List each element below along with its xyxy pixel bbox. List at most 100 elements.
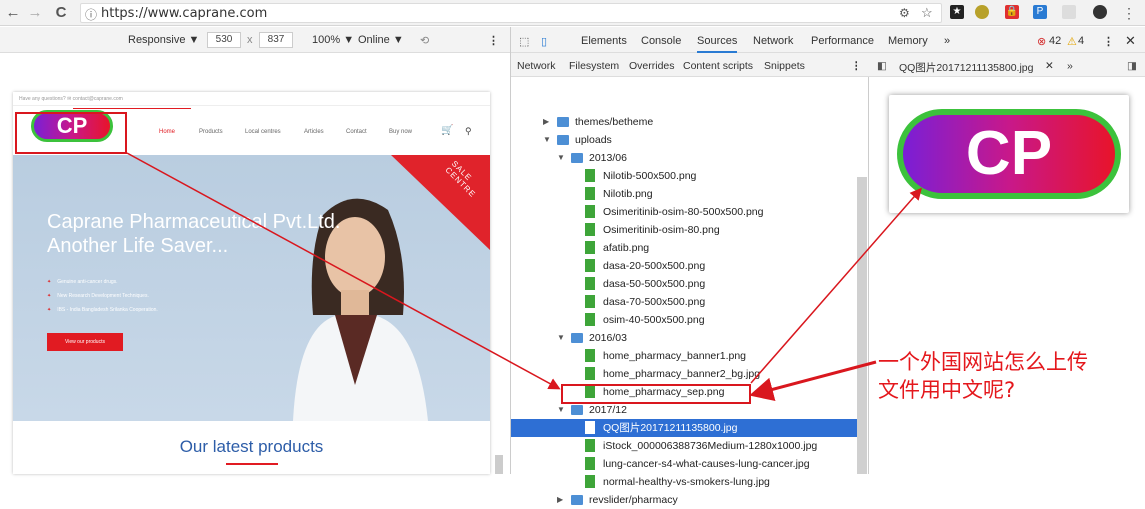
- device-toggle-icon[interactable]: ▯: [541, 35, 547, 48]
- cart-icon[interactable]: 🛒: [441, 125, 453, 136]
- error-icon[interactable]: ⊗: [1037, 35, 1046, 48]
- nav-local-centres[interactable]: Local centres: [245, 129, 281, 135]
- tree-file[interactable]: QQ图片20171211135800.jpg: [511, 419, 861, 437]
- editor-file-tab[interactable]: QQ图片20171211135800.jpg: [899, 60, 1033, 75]
- account-icon[interactable]: [1093, 5, 1107, 19]
- hero-banner: Caprane Pharmaceutical Pvt.Ltd. Another …: [13, 155, 490, 421]
- tree-file[interactable]: Nilotib.png: [511, 185, 861, 203]
- warning-icon[interactable]: ⚠: [1067, 35, 1077, 48]
- devtools-menu-icon[interactable]: ⋮: [1103, 35, 1114, 48]
- highlight-box-logo: [15, 112, 127, 154]
- collapse-arrow-icon[interactable]: ▶: [557, 491, 563, 509]
- tab-more[interactable]: »: [944, 35, 950, 47]
- tree-item-label: 2013/06: [589, 152, 627, 164]
- tab-sources[interactable]: Sources: [697, 35, 738, 53]
- tree-item-label: uploads: [575, 134, 612, 146]
- tree-file[interactable]: osim-40-500x500.png: [511, 311, 861, 329]
- tree-file[interactable]: Osimeritinib-osim-80.png: [511, 221, 861, 239]
- tree-file[interactable]: dasa-50-500x500.png: [511, 275, 861, 293]
- address-bar[interactable]: ⓘ https://www.caprane.com ⚙ ☆: [80, 3, 942, 23]
- annotation-question: 一个外国网站怎么上传文件用中文呢?: [878, 350, 1088, 402]
- tree-folder[interactable]: ▼ 2013/06: [511, 149, 861, 167]
- expand-arrow-icon[interactable]: ▼: [557, 149, 565, 167]
- extension-star-icon[interactable]: ★: [950, 5, 964, 19]
- bookmark-star-icon[interactable]: ☆: [921, 5, 933, 21]
- tree-file[interactable]: lung-cancer-s4-what-causes-lung-cancer.j…: [511, 455, 861, 473]
- close-devtools-icon[interactable]: ✕: [1125, 33, 1136, 49]
- view-products-button[interactable]: View our products: [47, 333, 123, 351]
- nav-tab-overrides[interactable]: Overrides: [629, 60, 675, 72]
- error-count[interactable]: 42: [1049, 35, 1061, 47]
- p-extension-icon[interactable]: P: [1033, 5, 1047, 19]
- tree-item-label: revslider/pharmacy: [589, 494, 678, 506]
- expand-arrow-icon[interactable]: ▼: [543, 131, 551, 149]
- nav-tab-network[interactable]: Network: [517, 60, 556, 72]
- tree-file[interactable]: normal-healthy-vs-smokers-lung.jpg: [511, 473, 861, 491]
- tree-folder[interactable]: ▶ revslider/pharmacy: [511, 491, 861, 509]
- tree-file[interactable]: home_pharmacy_banner2_bg.jpg: [511, 365, 861, 383]
- tree-file[interactable]: Nilotib-500x500.png: [511, 167, 861, 185]
- tab-performance[interactable]: Performance: [811, 35, 874, 47]
- tab-elements[interactable]: Elements: [581, 35, 627, 47]
- nav-tab-content-scripts[interactable]: Content scripts: [683, 60, 753, 72]
- tree-item-label: dasa-70-500x500.png: [603, 296, 706, 308]
- navigator-menu-icon[interactable]: ⋮: [851, 60, 862, 72]
- devtools-tabbar: ⬚ ▯ Elements Console Sources Network Per…: [511, 27, 1145, 53]
- tree-file[interactable]: dasa-20-500x500.png: [511, 257, 861, 275]
- sale-centre-ribbon[interactable]: SALE CENTRE: [391, 155, 490, 250]
- file-icon: [585, 313, 595, 326]
- toggle-debugger-icon[interactable]: ◨: [1127, 60, 1137, 72]
- tree-item-label: home_pharmacy_banner2_bg.jpg: [603, 368, 761, 380]
- tree-file[interactable]: Osimeritinib-osim-80-500x500.png: [511, 203, 861, 221]
- nav-articles[interactable]: Articles: [304, 129, 324, 135]
- file-icon: [585, 295, 595, 308]
- tab-console[interactable]: Console: [641, 35, 681, 47]
- tab-network[interactable]: Network: [753, 35, 793, 47]
- editor-more-tabs[interactable]: »: [1067, 60, 1073, 72]
- site-settings-icon[interactable]: ⚙: [899, 6, 910, 20]
- folder-icon: [571, 333, 583, 343]
- close-tab-icon[interactable]: ✕: [1045, 60, 1054, 72]
- expand-arrow-icon[interactable]: ▼: [557, 329, 565, 347]
- tree-folder[interactable]: ▼ uploads: [511, 131, 861, 149]
- url-text[interactable]: https://www.caprane.com: [101, 6, 267, 21]
- viewport-height-input[interactable]: 837: [259, 32, 293, 48]
- nav-home[interactable]: Home: [159, 129, 175, 135]
- nav-buy-now[interactable]: Buy now: [389, 129, 412, 135]
- collapse-arrow-icon[interactable]: ▶: [543, 113, 549, 131]
- lock-extension-icon[interactable]: 🔒: [1005, 5, 1019, 19]
- menu-kebab-icon[interactable]: ⋮: [1120, 4, 1138, 22]
- tree-item-label: dasa-50-500x500.png: [603, 278, 706, 290]
- device-more-icon[interactable]: ⋮: [488, 34, 499, 47]
- tree-file[interactable]: dasa-70-500x500.png: [511, 293, 861, 311]
- inspect-icon[interactable]: ⬚: [519, 35, 529, 48]
- back-icon[interactable]: ←: [4, 4, 22, 22]
- extension-icon[interactable]: [975, 5, 989, 19]
- nav-contact[interactable]: Contact: [346, 129, 367, 135]
- viewport-scrollbar[interactable]: [495, 455, 503, 474]
- viewport-width-input[interactable]: 530: [207, 32, 241, 48]
- note-extension-icon[interactable]: [1062, 5, 1076, 19]
- tree-file[interactable]: iStock_000006388736Medium-1280x1000.jpg: [511, 437, 861, 455]
- warning-count[interactable]: 4: [1078, 35, 1084, 47]
- preview-logo: CP: [897, 109, 1121, 199]
- info-icon[interactable]: ⓘ: [85, 6, 97, 23]
- file-icon: [585, 439, 595, 452]
- network-throttle-select[interactable]: Online ▼: [358, 34, 404, 46]
- tab-memory[interactable]: Memory: [888, 35, 928, 47]
- rotate-icon[interactable]: ⟲: [420, 34, 429, 47]
- device-mode-select[interactable]: Responsive ▼: [128, 34, 199, 46]
- tree-folder[interactable]: ▼ 2016/03: [511, 329, 861, 347]
- tree-file[interactable]: home_pharmacy_banner1.png: [511, 347, 861, 365]
- tree-file[interactable]: afatib.png: [511, 239, 861, 257]
- tree-scrollbar[interactable]: [857, 177, 867, 474]
- search-icon[interactable]: ⚲: [465, 126, 472, 137]
- zoom-select[interactable]: 100% ▼: [312, 34, 354, 46]
- reload-icon[interactable]: C: [52, 4, 70, 22]
- forward-icon[interactable]: →: [26, 4, 44, 22]
- nav-tab-snippets[interactable]: Snippets: [764, 60, 805, 72]
- nav-tab-filesystem[interactable]: Filesystem: [569, 60, 619, 72]
- nav-products[interactable]: Products: [199, 129, 223, 135]
- toggle-navigator-icon[interactable]: ◧: [877, 60, 887, 72]
- tree-folder[interactable]: ▶ themes/betheme: [511, 113, 861, 131]
